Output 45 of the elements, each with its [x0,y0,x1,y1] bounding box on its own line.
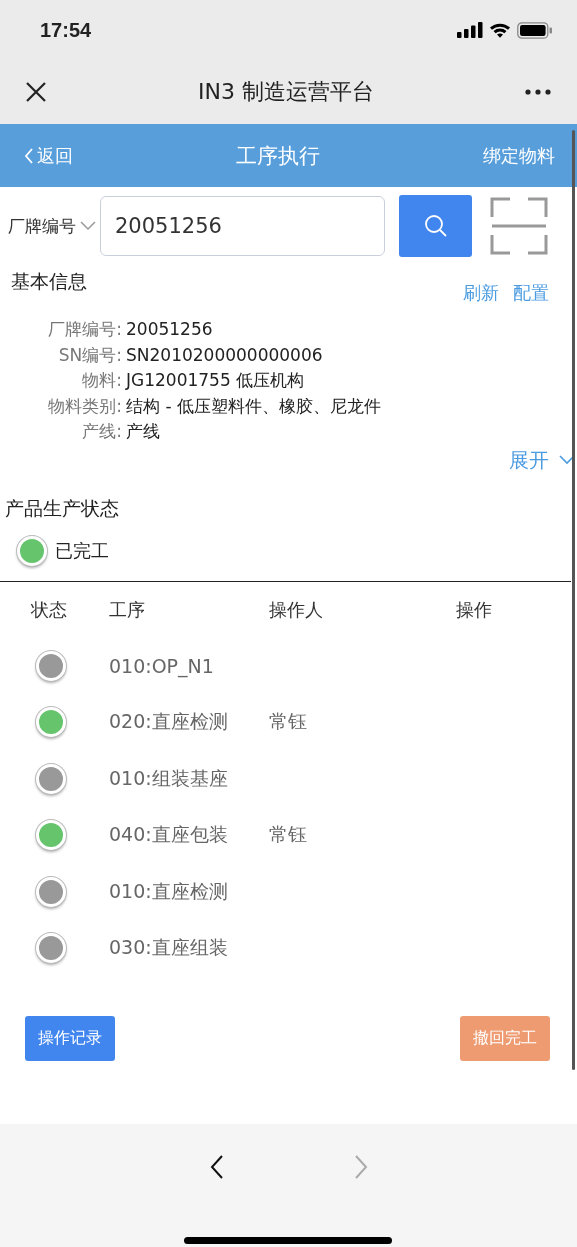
step-cell-text: 020:直座检测 [109,709,228,735]
field-value: 结构 - 低压塑料件、橡胶、尼龙件 [126,394,381,418]
page-title: IN3 制造运营平台 [198,78,374,106]
step-cell-text: 010:组装基座 [109,765,228,791]
field-value: 产线 [126,420,160,443]
section-title: 基本信息 [11,269,87,294]
bind-material-link[interactable]: 绑定物料 [483,143,555,168]
step-cell-text: 010:直座检测 [109,878,228,904]
field-value: JG12001755 低压机构 [126,369,305,392]
more-icon[interactable] [525,89,551,95]
column-header: 工序 [109,597,146,622]
status-time: 17:54 [40,18,92,42]
step-cell: 010:OP_N1 [109,655,214,678]
search-field[interactable]: 20051256 [100,196,385,256]
operator-cell-text: 常钰 [269,822,307,848]
action-link[interactable]: 配置 [513,281,549,305]
status-label: 已完工 [55,538,109,563]
field-value: 20051256 [126,318,213,341]
action-link[interactable]: 刷新 [463,281,499,305]
chevron-down-icon [80,221,96,231]
field-label: SN编号: [57,343,123,367]
field-value: SN2010200000000006 [126,343,323,367]
step-cell-text: 040:直座包装 [109,822,228,848]
column-header: 操作人 [269,597,324,622]
action-button[interactable]: 撤回完工 [460,1016,550,1062]
field-type-dropdown[interactable]: 厂牌编号 [8,214,96,238]
column-header: 状态 [30,597,68,622]
field-label: 厂牌编号: [47,318,123,341]
header-title: 工序执行 [236,142,320,170]
wifi-icon [489,22,511,38]
step-cell-text: 030:直座组装 [109,935,228,961]
scan-icon[interactable] [490,197,548,255]
field-label: 产线: [81,420,123,443]
close-icon[interactable] [25,81,47,103]
field-label: 物料: [81,369,123,392]
section-title: 产品生产状态 [4,495,120,521]
column-header: 操作 [456,597,493,622]
battery-icon [517,21,553,39]
back-link[interactable]: 返回 [24,143,73,168]
signal-icon [457,22,483,38]
chevron-left-icon [24,147,33,164]
operator-cell-text: 常钰 [269,709,307,735]
action-button[interactable]: 操作记录 [25,1016,115,1062]
field-label: 物料类别: [47,394,123,418]
search-icon [422,213,449,239]
